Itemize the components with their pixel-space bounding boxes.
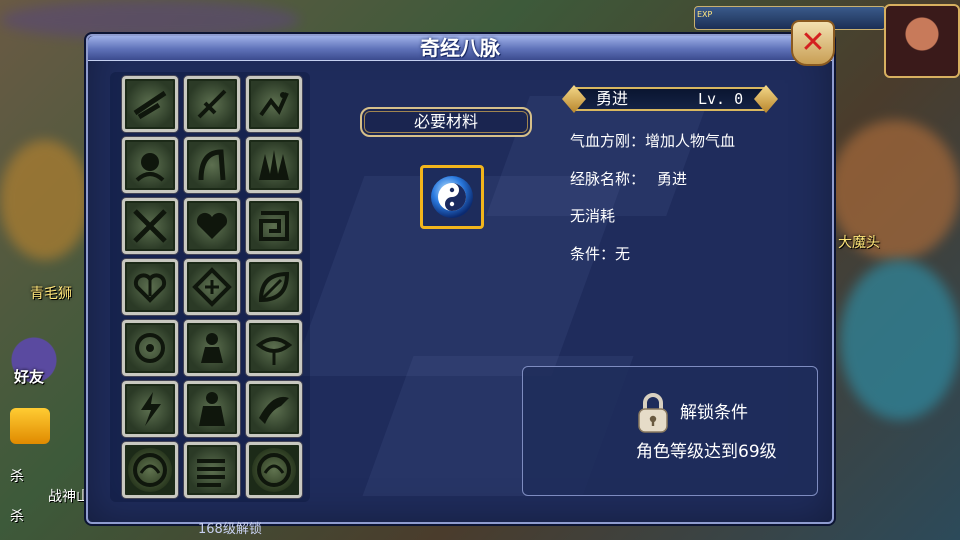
bg-npc-name: 大魔头 <box>838 235 880 251</box>
player-portrait[interactable] <box>884 4 960 78</box>
close-x-icon: ✕ <box>800 25 826 60</box>
bg-npc-name: 青毛狮 <box>30 286 72 302</box>
chat-line: 杀 <box>10 469 24 485</box>
skill-effect: 气血方刚：增加人物气血 <box>570 132 736 150</box>
material-item-slot[interactable] <box>420 165 484 229</box>
lightning-figure-icon <box>127 386 173 432</box>
meridian-slot[interactable] <box>184 320 240 376</box>
skill-name-plate <box>562 85 778 113</box>
dagger-icon <box>189 81 235 127</box>
meridian-slot[interactable] <box>122 137 178 193</box>
meridian-slot[interactable] <box>246 381 302 437</box>
stacked-blades-icon <box>189 447 235 493</box>
bg-unlock-hint: 168级解锁 <box>198 522 262 537</box>
skill-cost: 无消耗 <box>570 207 616 225</box>
monk-figure-icon <box>189 325 235 371</box>
meridian-name-value: 勇进 <box>657 170 688 188</box>
meridian-slot[interactable] <box>184 198 240 254</box>
meridian-slot[interactable] <box>122 381 178 437</box>
chat-line: 杀 <box>10 509 24 525</box>
warrior-face-icon <box>127 142 173 188</box>
meridian-slot[interactable] <box>184 381 240 437</box>
horn-icon <box>251 386 297 432</box>
eye-rune-icon <box>251 325 297 371</box>
skill-level: Lv. 0 <box>698 90 744 108</box>
meridian-slot[interactable] <box>246 442 302 498</box>
claw-arch-icon <box>189 142 235 188</box>
friend-button[interactable]: 好友 <box>4 330 64 390</box>
diamond-rune-icon <box>189 264 235 310</box>
flame-spikes-icon <box>251 142 297 188</box>
meridian-slot[interactable] <box>246 320 302 376</box>
meridian-slot[interactable] <box>184 76 240 132</box>
friend-label: 好友 <box>14 368 45 386</box>
meridian-slot[interactable] <box>184 259 240 315</box>
dragon-medallion-icon <box>252 448 296 492</box>
title-bar: 奇经八脉 <box>88 36 832 61</box>
required-materials-header: 必要材料 <box>360 107 532 137</box>
meridian-slot[interactable] <box>122 198 178 254</box>
meridian-name-row: 经脉名称： 勇进 <box>570 169 687 189</box>
required-materials-label: 必要材料 <box>413 112 478 131</box>
chat-bubble-icon[interactable] <box>10 408 50 444</box>
general-figure-icon <box>189 386 235 432</box>
bg-character <box>0 140 90 260</box>
maze-rune-icon <box>251 203 297 249</box>
unlock-title: 解锁条件 <box>680 403 748 423</box>
leaf-icon <box>251 264 297 310</box>
sword-strike-icon <box>127 81 173 127</box>
meridian-slot[interactable] <box>122 259 178 315</box>
skill-condition: 条件：无 <box>570 245 631 263</box>
dragon-medallion-icon <box>128 448 172 492</box>
meridian-slot[interactable] <box>184 442 240 498</box>
bg-tent <box>840 260 960 420</box>
meridian-slot[interactable] <box>246 137 302 193</box>
close-button[interactable]: ✕ <box>791 20 835 66</box>
heart-icon <box>189 203 235 249</box>
meridian-slot[interactable] <box>246 76 302 132</box>
meridian-slot[interactable] <box>246 259 302 315</box>
padlock-icon <box>638 393 668 433</box>
meridian-slot[interactable] <box>246 198 302 254</box>
crossed-weapons-icon <box>127 203 173 249</box>
meridian-slot[interactable] <box>184 137 240 193</box>
meridian-slot[interactable] <box>122 442 178 498</box>
meridian-slot[interactable] <box>122 320 178 376</box>
heart-sword-icon <box>127 264 173 310</box>
meridian-name-label: 经脉名称： <box>570 170 646 188</box>
exp-bar: EXP <box>694 6 886 30</box>
meridian-slot[interactable] <box>122 76 178 132</box>
unlock-condition-panel <box>522 366 818 496</box>
dialog-title: 奇经八脉 <box>420 36 500 60</box>
skill-name: 勇进 <box>596 89 629 108</box>
exp-label: EXP <box>697 10 713 19</box>
swirl-eye-icon <box>127 325 173 371</box>
unlock-description: 角色等级达到69级 <box>636 442 777 462</box>
yin-yang-orb-icon <box>431 176 473 218</box>
music-notes-icon <box>251 81 297 127</box>
